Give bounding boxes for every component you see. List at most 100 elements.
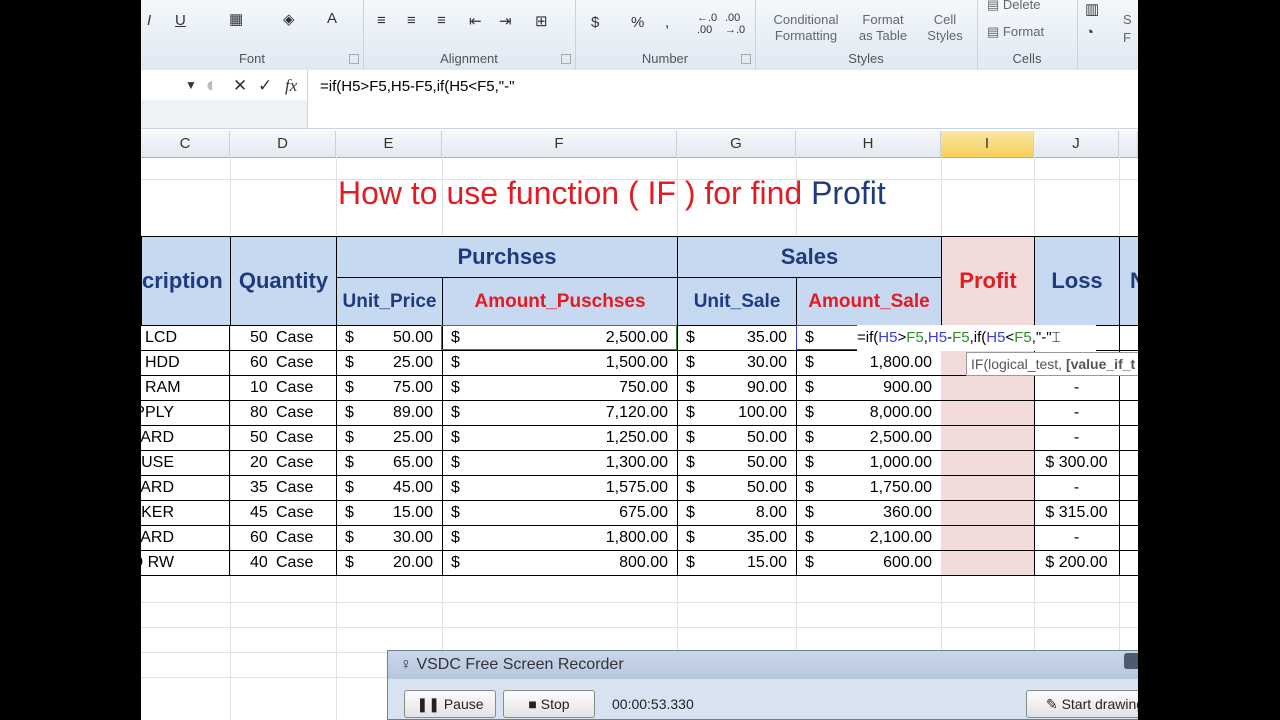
start-drawing-button[interactable]: ✎ Start drawing (1026, 690, 1138, 718)
header-loss[interactable]: Loss (1034, 236, 1120, 326)
cell-quantity[interactable]: 10 Case (230, 376, 337, 401)
cell-description[interactable]: Y BOARD (141, 526, 230, 551)
cell-amount-purchases[interactable]: $1,250.00 (442, 426, 678, 451)
cell-amount-purchases[interactable]: $750.00 (442, 376, 678, 401)
pause-button[interactable]: ❚❚ Pause (404, 690, 496, 718)
cell-unit-price[interactable]: $20.00 (336, 551, 443, 576)
header-partial-n[interactable]: N (1119, 236, 1138, 326)
cell-unit-price[interactable]: $25.00 (336, 351, 443, 376)
column-header-k[interactable] (1119, 131, 1138, 157)
header-description[interactable]: cription (141, 236, 231, 326)
cell-description[interactable]: PEAKER (141, 501, 230, 526)
header-unit-sale[interactable]: Unit_Sale (677, 277, 797, 326)
cell-amount-purchases[interactable]: $1,500.00 (442, 351, 678, 376)
cell-unit-price[interactable]: $45.00 (336, 476, 443, 501)
cell-next[interactable] (1119, 401, 1138, 426)
name-box-dropdown-icon[interactable]: ▼ (185, 78, 197, 92)
font-color-button[interactable]: A (327, 10, 337, 27)
stop-button[interactable]: ■ Stop (503, 690, 595, 718)
column-header-f[interactable]: F (442, 131, 677, 157)
cell-unit-sale[interactable]: $8.00 (677, 501, 797, 526)
cell-profit[interactable] (941, 376, 1035, 401)
cell-unit-sale[interactable]: $50.00 (677, 476, 797, 501)
font-dialog-launcher-icon[interactable] (349, 54, 359, 64)
align-right-icon[interactable]: ≡ (437, 12, 446, 29)
cell-unit-sale[interactable]: $35.00 (677, 526, 797, 551)
align-left-icon[interactable]: ≡ (377, 12, 386, 29)
insert-function-button[interactable]: fx (285, 76, 297, 96)
cell-profit[interactable] (941, 551, 1035, 576)
cell-amount-sale[interactable]: $600.00 (796, 551, 942, 576)
resize-handle-icon[interactable]: ◖ (203, 72, 216, 98)
cell-description[interactable]: MOUSE (141, 451, 230, 476)
header-quantity[interactable]: Quantity (230, 236, 337, 326)
cell-description[interactable]: N BOARD (141, 476, 230, 501)
cell-unit-price[interactable]: $75.00 (336, 376, 443, 401)
cancel-icon[interactable]: ✕ (233, 76, 247, 96)
cell-loss[interactable]: - (1034, 476, 1120, 501)
cell-unit-sale[interactable]: $50.00 (677, 426, 797, 451)
cell-loss[interactable]: - (1034, 526, 1120, 551)
header-amount-purchases[interactable]: Amount_Puschses (442, 277, 678, 326)
cell-description[interactable]: LCD (141, 326, 230, 351)
cell-unit-sale[interactable]: $30.00 (677, 351, 797, 376)
cell-unit-sale[interactable]: $50.00 (677, 451, 797, 476)
cell-description[interactable]: HDD (141, 351, 230, 376)
cell-amount-purchases[interactable]: $1,300.00 (442, 451, 678, 476)
cell-quantity[interactable]: 50 Case (230, 426, 337, 451)
cell-unit-price[interactable]: $25.00 (336, 426, 443, 451)
cell-quantity[interactable]: 40 Case (230, 551, 337, 576)
cell-quantity[interactable]: 45 Case (230, 501, 337, 526)
percent-format-button[interactable]: % (631, 14, 644, 31)
cell-next[interactable] (1119, 426, 1138, 451)
cell-next[interactable] (1119, 551, 1138, 576)
cell-quantity[interactable]: 60 Case (230, 351, 337, 376)
increase-indent-icon[interactable]: ⇥ (499, 12, 512, 30)
fill-color-icon[interactable]: ◈ (283, 10, 295, 28)
formula-input[interactable]: =if(H5>F5,H5-F5,if(H5<F5,"-" (320, 78, 514, 95)
cell-description[interactable]: RAM (141, 376, 230, 401)
in-cell-formula-editor[interactable]: =if(H5>F5,H5-F5,if(H5<F5,"-"⌶ (857, 325, 1096, 351)
cell-profit[interactable] (941, 526, 1035, 551)
cell-profit[interactable] (941, 501, 1035, 526)
cell-profit[interactable] (941, 401, 1035, 426)
cell-loss[interactable]: $ 315.00 (1034, 501, 1120, 526)
header-amount-sale[interactable]: Amount_Sale (796, 277, 942, 326)
cell-unit-price[interactable]: $30.00 (336, 526, 443, 551)
cell-amount-sale[interactable]: $1,800.00 (796, 351, 942, 376)
cell-profit[interactable] (941, 426, 1035, 451)
underline-button[interactable]: U (175, 12, 186, 29)
currency-format-button[interactable]: $ (591, 14, 599, 31)
worksheet-grid[interactable]: How to use function ( IF ) for find Prof… (141, 157, 1138, 720)
column-header-e[interactable]: E (336, 131, 442, 157)
cell-amount-purchases[interactable]: $675.00 (442, 501, 678, 526)
cell-unit-price[interactable]: $65.00 (336, 451, 443, 476)
cell-loss[interactable]: - (1034, 401, 1120, 426)
comma-format-button[interactable]: , (665, 14, 669, 31)
fill-icon[interactable]: ▥ (1085, 0, 1099, 18)
cell-next[interactable] (1119, 326, 1138, 351)
cell-quantity[interactable]: 35 Case (230, 476, 337, 501)
cell-unit-sale[interactable]: $35.00 (677, 326, 797, 351)
cell-unit-price[interactable]: $89.00 (336, 401, 443, 426)
format-button[interactable]: ▤ Format (987, 24, 1071, 40)
cell-amount-purchases[interactable]: $7,120.00 (442, 401, 678, 426)
cell-quantity[interactable]: 80 Case (230, 401, 337, 426)
cell-amount-purchases[interactable]: $800.00 (442, 551, 678, 576)
column-header-j[interactable]: J (1034, 131, 1119, 157)
cell-next[interactable] (1119, 376, 1138, 401)
italic-button[interactable]: I (147, 12, 151, 29)
delete-button[interactable]: ▤ Delete (987, 0, 1071, 13)
header-sales[interactable]: Sales (677, 236, 942, 278)
cell-loss[interactable]: - (1034, 426, 1120, 451)
cell-amount-sale[interactable]: $1,750.00 (796, 476, 942, 501)
cell-amount-sale[interactable]: $1,000.00 (796, 451, 942, 476)
format-as-table-button[interactable]: Format as Table (851, 12, 915, 44)
cell-unit-sale[interactable]: $90.00 (677, 376, 797, 401)
conditional-formatting-button[interactable]: Conditional Formatting (765, 12, 847, 44)
cell-description[interactable]: VD RW (141, 551, 230, 576)
cell-next[interactable] (1119, 451, 1138, 476)
cell-amount-purchases[interactable]: $1,800.00 (442, 526, 678, 551)
cell-quantity[interactable]: 20 Case (230, 451, 337, 476)
cell-next[interactable] (1119, 526, 1138, 551)
